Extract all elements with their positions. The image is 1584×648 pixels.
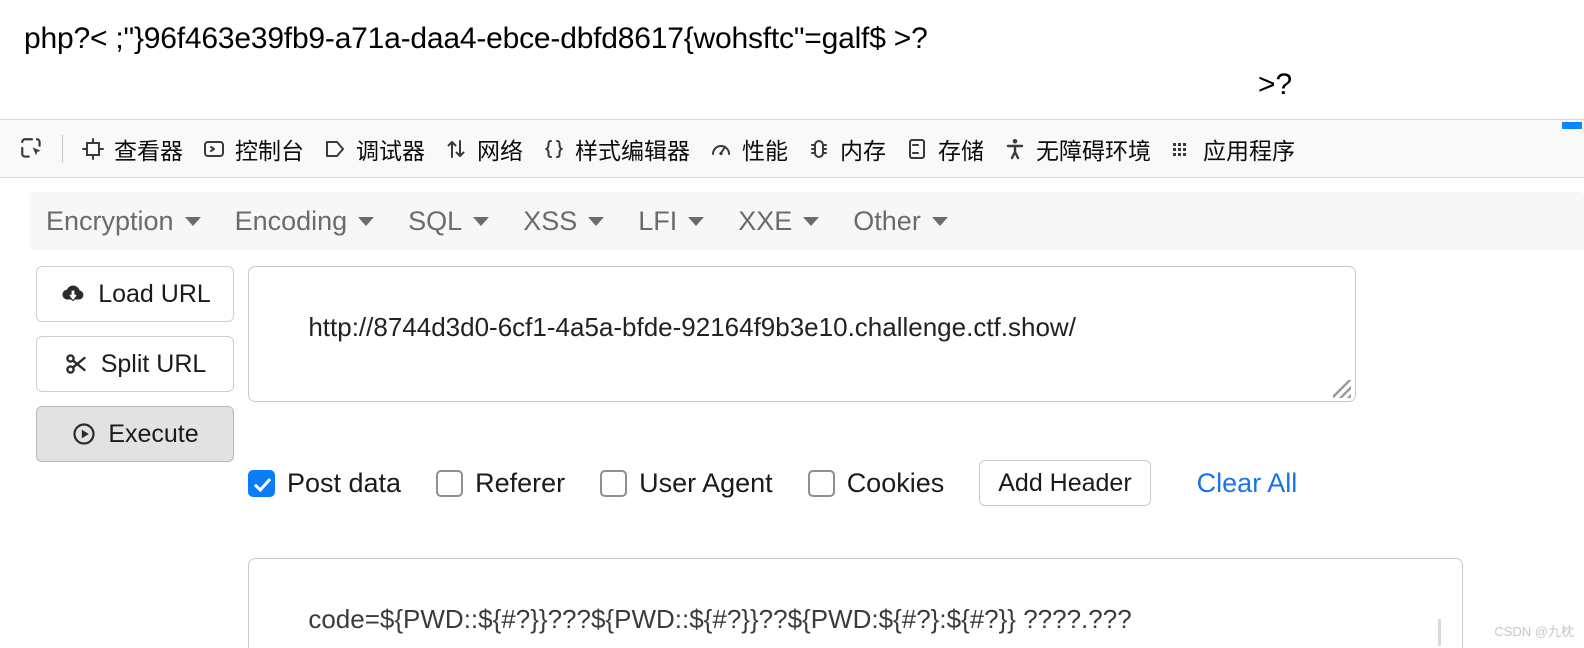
tab-console-label: 控制台 — [235, 137, 304, 164]
menu-lfi-label: LFI — [638, 205, 678, 236]
tab-memory-label: 内存 — [840, 137, 886, 164]
accessibility-icon — [1002, 136, 1028, 162]
tab-performance-label: 性能 — [742, 137, 788, 164]
user-agent-checkbox[interactable] — [600, 469, 628, 497]
inspector-icon — [80, 136, 106, 162]
menu-xxe-label: XXE — [738, 205, 793, 236]
tab-debugger[interactable]: 调试器 — [313, 126, 434, 172]
csdn-watermark: CSDN @九枕 — [1494, 624, 1574, 639]
debugger-icon — [322, 136, 348, 162]
menu-xss[interactable]: XSS — [523, 202, 620, 241]
devtools-toolbar: 查看器 控制台 调试器 网络 样式编辑器 性能 内存 存储 无障碍环境 应用程序 — [0, 119, 1584, 178]
performance-icon — [708, 136, 734, 162]
menu-encryption[interactable]: Encryption — [46, 202, 217, 241]
tab-inspector-label: 查看器 — [114, 137, 183, 164]
menu-xss-label: XSS — [523, 205, 578, 236]
menu-encoding-label: Encoding — [234, 205, 348, 236]
menu-sql-label: SQL — [408, 205, 463, 236]
option-post-data-label: Post data — [287, 467, 402, 498]
cookies-checkbox[interactable] — [807, 469, 835, 497]
post-data-checkbox[interactable] — [248, 469, 275, 497]
option-user-agent-label: User Agent — [639, 467, 773, 498]
tab-style-editor[interactable]: 样式编辑器 — [532, 126, 699, 172]
hackbar-action-buttons: Load URL Split URL Execute — [36, 266, 234, 476]
tab-performance[interactable]: 性能 — [699, 126, 797, 172]
menu-encoding[interactable]: Encoding — [235, 202, 391, 241]
load-url-button[interactable]: Load URL — [36, 266, 234, 322]
tab-accessibility[interactable]: 无障碍环境 — [993, 126, 1160, 172]
cloud-download-icon — [59, 282, 87, 306]
tab-application-label: 应用程序 — [1203, 137, 1295, 164]
tab-storage[interactable]: 存储 — [895, 126, 993, 172]
hackbar-panel: Encryption Encoding SQL XSS LFI XXE Othe… — [0, 178, 1584, 648]
chevron-down-icon — [803, 216, 820, 226]
option-post-data[interactable]: Post data — [248, 468, 401, 499]
split-url-label: Split URL — [100, 349, 207, 378]
php-output-line-2: >? — [1258, 68, 1293, 101]
toolbar-divider — [62, 134, 63, 163]
add-header-button[interactable]: Add Header — [979, 460, 1151, 506]
split-url-button[interactable]: Split URL — [36, 336, 234, 392]
tab-network[interactable]: 网络 — [434, 126, 532, 172]
referer-checkbox[interactable] — [436, 469, 464, 497]
toolbar-overflow-indicator[interactable] — [1562, 122, 1582, 129]
url-input[interactable]: http://8744d3d0-6cf1-4a5a-bfde-92164f9b3… — [248, 266, 1356, 402]
option-cookies[interactable]: Cookies — [807, 467, 945, 499]
textarea-resize-handle[interactable] — [1333, 380, 1351, 398]
memory-icon — [806, 136, 832, 162]
option-referer[interactable]: Referer — [436, 468, 565, 499]
chevron-down-icon — [931, 216, 948, 226]
execute-label: Execute — [108, 419, 199, 448]
tab-memory[interactable]: 内存 — [797, 126, 895, 172]
screenshot-root: php?< ;"}96f463e39fb9-a71a-daa4-ebce-dbf… — [0, 0, 1584, 648]
chevron-down-icon — [184, 216, 201, 226]
hackbar-options-row: Post data Referer User Agent Cookies Add… — [248, 460, 1297, 506]
chevron-down-icon — [588, 216, 605, 226]
tab-network-label: 网络 — [477, 137, 523, 164]
style-editor-icon — [541, 136, 567, 162]
tab-style-editor-label: 样式编辑器 — [575, 137, 690, 164]
tab-accessibility-label: 无障碍环境 — [1036, 137, 1151, 164]
php-output-line-1: php?< ;"}96f463e39fb9-a71a-daa4-ebce-dbf… — [24, 22, 928, 55]
tab-inspector[interactable]: 查看器 — [71, 126, 192, 172]
inspect-picker-icon[interactable] — [10, 127, 54, 171]
url-input-value: http://8744d3d0-6cf1-4a5a-bfde-92164f9b3… — [308, 312, 1076, 342]
post-data-value: code=${PWD::${#?}}???${PWD::${#?}}??${PW… — [308, 604, 1132, 634]
tab-debugger-label: 调试器 — [356, 137, 425, 164]
tab-storage-label: 存储 — [938, 137, 984, 164]
menu-other-label: Other — [853, 205, 921, 236]
hackbar-menu-bar: Encryption Encoding SQL XSS LFI XXE Othe… — [30, 192, 1584, 250]
network-icon — [443, 136, 469, 162]
load-url-label: Load URL — [98, 279, 211, 308]
clear-all-label: Clear All — [1196, 467, 1298, 498]
post-data-input[interactable]: code=${PWD::${#?}}???${PWD::${#?}}??${PW… — [248, 558, 1463, 648]
chevron-down-icon — [358, 216, 375, 226]
application-icon — [1169, 136, 1195, 162]
option-user-agent[interactable]: User Agent — [600, 468, 773, 499]
watermark-divider — [1438, 619, 1441, 646]
menu-xxe[interactable]: XXE — [738, 202, 835, 241]
play-icon — [71, 421, 97, 447]
storage-icon — [904, 136, 930, 162]
chevron-down-icon — [473, 216, 490, 226]
execute-button[interactable]: Execute — [36, 406, 234, 462]
scissors-icon — [64, 352, 90, 376]
option-referer-label: Referer — [475, 467, 566, 498]
tab-application[interactable]: 应用程序 — [1160, 126, 1304, 172]
tab-console[interactable]: 控制台 — [192, 126, 313, 172]
clear-all-link[interactable]: Clear All — [1197, 468, 1298, 499]
menu-lfi[interactable]: LFI — [638, 202, 720, 241]
console-icon — [201, 136, 227, 162]
menu-encryption-label: Encryption — [46, 205, 174, 236]
menu-other[interactable]: Other — [853, 202, 964, 241]
add-header-label: Add Header — [998, 468, 1132, 497]
browser-page-content: php?< ;"}96f463e39fb9-a71a-daa4-ebce-dbf… — [0, 0, 1584, 119]
chevron-down-icon — [688, 216, 705, 226]
option-cookies-label: Cookies — [846, 467, 945, 498]
menu-sql[interactable]: SQL — [408, 202, 505, 241]
